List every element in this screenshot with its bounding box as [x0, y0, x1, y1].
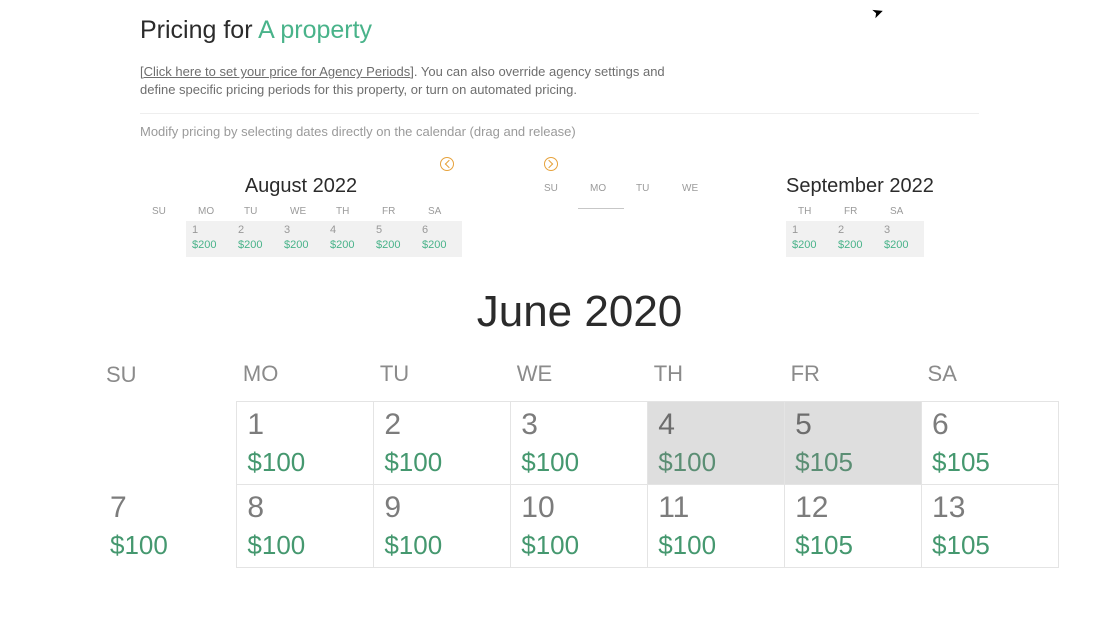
large-calendar[interactable]: June 2020 SU MO TU WE TH FR SA 1$100 2$1…: [100, 287, 1059, 568]
mini-day-empty: [140, 221, 186, 257]
weekday-header: SA: [878, 202, 924, 221]
mini-day[interactable]: 2$200: [232, 221, 278, 257]
large-grid: SU MO TU WE TH FR SA 1$100 2$100 3$100 4…: [100, 355, 1059, 568]
weekday-header: MO: [578, 179, 624, 198]
mini-calendars-row: August 2022 SU MO TU WE TH FR SA 1$200 2…: [140, 175, 979, 257]
weekday-header: TH: [786, 202, 832, 221]
weekday-header: MO: [186, 202, 232, 221]
large-day[interactable]: 9$100: [374, 485, 511, 568]
weekday-header: TH: [324, 202, 370, 221]
page-title: Pricing for A property: [140, 16, 979, 45]
mini-day[interactable]: 1$200: [786, 221, 832, 257]
large-day[interactable]: 1$100: [237, 402, 374, 485]
large-day[interactable]: 8$100: [237, 485, 374, 568]
title-property-name: A property: [258, 16, 372, 44]
mini-day[interactable]: 3$200: [278, 221, 324, 257]
mini-day[interactable]: 6$200: [416, 221, 462, 257]
mini-day-empty: [670, 198, 716, 209]
mini-day[interactable]: 2$200: [832, 221, 878, 257]
mini-day[interactable]: 3$200: [878, 221, 924, 257]
mini-day[interactable]: 4$200: [324, 221, 370, 257]
weekday-header: WE: [278, 202, 324, 221]
mini-grid: SU MO TU WE: [532, 179, 716, 209]
large-day[interactable]: 3$100: [511, 402, 648, 485]
large-day-empty: [100, 402, 237, 485]
weekday-header: SU: [532, 179, 578, 198]
mini-month-title: September 2022: [786, 175, 934, 198]
weekday-header: FR: [370, 202, 416, 221]
weekday-header: WE: [670, 179, 716, 198]
large-day[interactable]: 11$100: [648, 485, 785, 568]
weekday-header: SU: [140, 202, 186, 221]
weekday-header: FR: [832, 202, 878, 221]
next-month-button[interactable]: [544, 157, 558, 171]
mini-day-empty: [578, 198, 624, 209]
large-month-title: June 2020: [100, 287, 1059, 337]
divider: [140, 113, 979, 114]
large-day[interactable]: 6$105: [922, 402, 1059, 485]
weekday-header: SA: [416, 202, 462, 221]
weekday-header: TH: [648, 355, 785, 402]
prev-month-button[interactable]: [440, 157, 454, 171]
mini-day-empty: [624, 198, 670, 209]
weekday-header: TU: [374, 355, 511, 402]
calendar-hint: Modify pricing by selecting dates direct…: [140, 124, 979, 139]
large-day-selected[interactable]: 5$105: [785, 402, 922, 485]
weekday-header: SU: [100, 355, 237, 402]
weekday-header: FR: [785, 355, 922, 402]
weekday-header: TU: [232, 202, 278, 221]
agency-periods-link[interactable]: Click here to set your price for Agency …: [144, 64, 411, 79]
mini-day[interactable]: 5$200: [370, 221, 416, 257]
weekday-header: WE: [511, 355, 648, 402]
subtitle-text: [Click here to set your price for Agency…: [140, 63, 680, 99]
mini-calendar[interactable]: August 2022 SU MO TU WE TH FR SA 1$200 2…: [140, 175, 462, 257]
title-prefix: Pricing for: [140, 16, 258, 44]
mini-calendar[interactable]: September 2022 TH FR SA 1$200 2$200 3$20…: [786, 175, 934, 257]
mini-day[interactable]: 1$200: [186, 221, 232, 257]
large-day-selected[interactable]: 4$100: [648, 402, 785, 485]
mini-grid: TH FR SA 1$200 2$200 3$200: [786, 202, 924, 257]
large-day[interactable]: 12$105: [785, 485, 922, 568]
mini-day-empty: [532, 198, 578, 209]
weekday-header: SA: [922, 355, 1059, 402]
large-day[interactable]: 13$105: [922, 485, 1059, 568]
large-day[interactable]: 7$100: [100, 485, 237, 568]
mini-month-title: August 2022: [140, 175, 462, 198]
large-day[interactable]: 10$100: [511, 485, 648, 568]
mini-grid: SU MO TU WE TH FR SA 1$200 2$200 3$200 4…: [140, 202, 462, 257]
mini-calendar[interactable]: SU MO TU WE: [532, 175, 716, 257]
large-day[interactable]: 2$100: [374, 402, 511, 485]
weekday-header: TU: [624, 179, 670, 198]
weekday-header: MO: [237, 355, 374, 402]
